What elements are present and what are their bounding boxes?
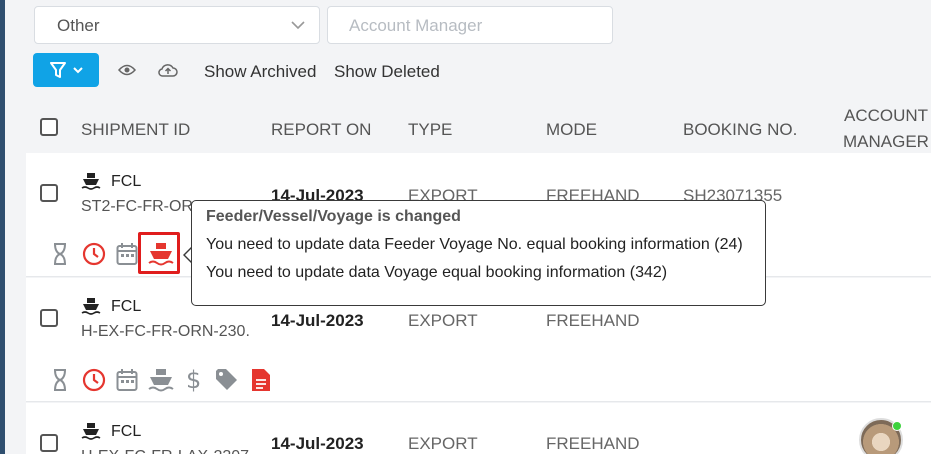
row-checkbox[interactable] <box>40 434 58 452</box>
hourglass-icon[interactable] <box>52 368 68 392</box>
header-account-manager-line2[interactable]: MANAGER <box>843 132 929 152</box>
type: EXPORT <box>408 311 478 330</box>
category-select[interactable]: Other <box>34 6 320 44</box>
eye-icon[interactable] <box>118 63 136 77</box>
ship-icon <box>81 423 101 440</box>
table-header: SHIPMENT ID REPORT ON TYPE MODE BOOKING … <box>0 100 931 152</box>
mode: FREEHAND <box>546 311 640 330</box>
left-edge-strip <box>0 0 5 454</box>
tooltip-title: Feeder/Vessel/Voyage is changed <box>206 208 461 225</box>
load-type: FCL <box>111 423 142 440</box>
account-manager-input[interactable] <box>349 16 589 36</box>
tag-icon[interactable] <box>214 368 240 392</box>
select-all-checkbox[interactable] <box>40 118 58 136</box>
ship-icon <box>81 298 101 315</box>
mode: FREEHAND <box>546 434 640 453</box>
vessel-change-tooltip: Feeder/Vessel/Voyage is changed You need… <box>191 200 766 306</box>
filter-button[interactable] <box>33 53 99 87</box>
row-status-icons: $ <box>52 366 282 396</box>
report-on: 14-Jul-2023 <box>271 311 364 330</box>
header-report-on[interactable]: REPORT ON <box>271 120 371 140</box>
chevron-down-icon <box>73 67 83 74</box>
header-type[interactable]: TYPE <box>408 120 452 140</box>
ship-icon[interactable] <box>148 368 174 392</box>
table-row[interactable]: FCL H-EX-FC-FR-LAX-2307 14-Jul-2023 EXPO… <box>26 403 931 454</box>
tooltip-line-1: You need to update data Feeder Voyage No… <box>206 236 743 253</box>
load-type: FCL <box>111 173 142 190</box>
row-checkbox[interactable] <box>40 184 58 202</box>
header-booking-no[interactable]: BOOKING NO. <box>683 120 797 140</box>
category-select-value: Other <box>57 16 100 35</box>
shipment-id[interactable]: ST2-FC-FR-ORN-2307 <box>81 198 193 216</box>
hourglass-icon[interactable] <box>52 242 68 266</box>
document-icon[interactable] <box>250 368 272 392</box>
filter-icon <box>50 62 66 78</box>
chevron-down-icon <box>291 21 305 30</box>
tooltip-line-2: You need to update data Voyage equal boo… <box>206 264 668 281</box>
ship-icon <box>81 173 101 190</box>
ship-icon-highlight <box>138 232 180 274</box>
online-status-dot <box>892 421 902 431</box>
clock-icon[interactable] <box>82 242 106 266</box>
account-manager-input-wrap <box>327 6 613 44</box>
header-account-manager-line1[interactable]: ACCOUNT <box>844 106 928 126</box>
shipment-id[interactable]: H-EX-FC-FR-ORN-230... <box>81 323 251 341</box>
clock-icon[interactable] <box>82 368 106 392</box>
calendar-icon[interactable] <box>116 242 138 266</box>
row-checkbox[interactable] <box>40 309 58 327</box>
cloud-upload-icon[interactable] <box>158 62 178 78</box>
type: EXPORT <box>408 434 478 453</box>
show-archived-link[interactable]: Show Archived <box>204 62 316 82</box>
load-type: FCL <box>111 298 142 315</box>
report-on: 14-Jul-2023 <box>271 434 364 453</box>
header-mode[interactable]: MODE <box>546 120 597 140</box>
shipment-id[interactable]: H-EX-FC-FR-LAX-2307 <box>81 448 251 454</box>
dollar-icon[interactable]: $ <box>186 366 201 394</box>
header-shipment-id[interactable]: SHIPMENT ID <box>81 120 190 140</box>
show-deleted-link[interactable]: Show Deleted <box>334 62 440 82</box>
calendar-icon[interactable] <box>116 368 138 392</box>
